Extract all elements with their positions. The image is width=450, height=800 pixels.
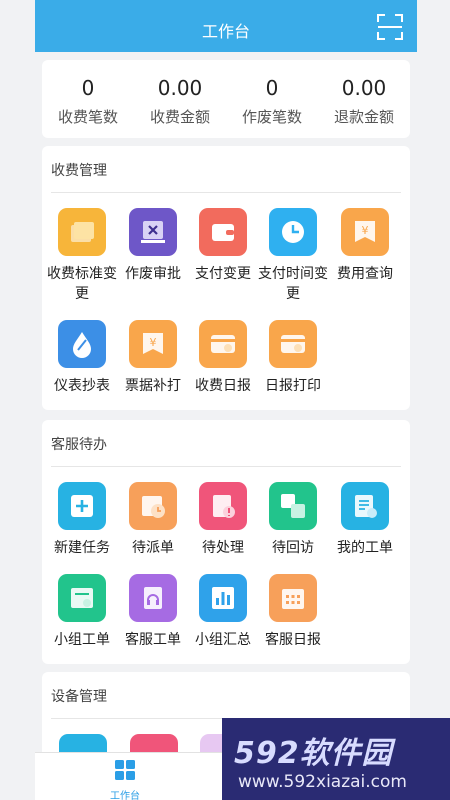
watermark-brand: 592软件园 bbox=[234, 736, 393, 771]
scan-icon[interactable] bbox=[377, 14, 403, 40]
tile-payment-time-change[interactable]: 支付时间变更 bbox=[258, 208, 328, 304]
yen-receipt-icon: ¥ bbox=[341, 208, 389, 256]
tile-pending-revisit[interactable]: 待回访 bbox=[258, 482, 328, 558]
plus-box-icon bbox=[58, 482, 106, 530]
stat-amount: 0.00 收费金额 bbox=[149, 76, 210, 126]
tile-meter-reading[interactable]: 仪表抄表 bbox=[47, 320, 117, 396]
svg-text:¥: ¥ bbox=[150, 336, 157, 349]
divider bbox=[51, 466, 401, 467]
grid-icon bbox=[115, 760, 135, 780]
calendar-icon bbox=[269, 574, 317, 622]
watermark: 592软件园 www.592xiazai.com bbox=[222, 718, 450, 800]
document-stack-icon bbox=[58, 208, 106, 256]
yen-card-icon bbox=[199, 320, 247, 368]
divider bbox=[51, 192, 401, 193]
bar-chart-icon bbox=[199, 574, 247, 622]
tile-receipt-reprint[interactable]: ¥ 票据补打 bbox=[118, 320, 188, 396]
stat-void-count: 0 作废笔数 bbox=[241, 76, 302, 126]
squares-icon bbox=[269, 482, 317, 530]
yen-card-icon bbox=[269, 320, 317, 368]
svg-text:¥: ¥ bbox=[362, 224, 369, 237]
section-title: 设备管理 bbox=[51, 689, 107, 705]
watermark-url: www.592xiazai.com bbox=[238, 772, 407, 792]
water-drop-icon bbox=[58, 320, 106, 368]
stats-panel: 0 收费笔数 0.00 收费金额 0 作废笔数 0.00 退款金额 bbox=[42, 60, 410, 138]
tile-payment-change[interactable]: 支付变更 bbox=[188, 208, 258, 284]
cancel-doc-icon bbox=[129, 208, 177, 256]
page-title: 工作台 bbox=[201, 22, 250, 41]
clock-icon bbox=[269, 208, 317, 256]
tile-daily-report-print[interactable]: 日报打印 bbox=[258, 320, 328, 396]
stat-refund-amount: 0.00 退款金额 bbox=[333, 76, 394, 126]
calendar-clock-icon bbox=[129, 482, 177, 530]
group-doc-icon bbox=[58, 574, 106, 622]
tile-service-daily-report[interactable]: 客服日报 bbox=[258, 574, 328, 650]
alert-clipboard-icon bbox=[199, 482, 247, 530]
tile-void-approval[interactable]: 作废审批 bbox=[118, 208, 188, 284]
stat-count: 0 收费笔数 bbox=[57, 76, 118, 126]
top-bar: 工作台 bbox=[35, 0, 417, 52]
tile-group-summary[interactable]: 小组汇总 bbox=[188, 574, 258, 650]
tile-fee-query[interactable]: ¥ 费用查询 bbox=[330, 208, 400, 284]
tile-group-tickets[interactable]: 小组工单 bbox=[47, 574, 117, 650]
section-title: 客服待办 bbox=[51, 437, 107, 453]
tile-service-tickets[interactable]: 客服工单 bbox=[118, 574, 188, 650]
tile-pending-dispatch[interactable]: 待派单 bbox=[118, 482, 188, 558]
section-title: 收费管理 bbox=[51, 163, 107, 179]
tile-fee-standard-change[interactable]: 收费标准变更 bbox=[47, 208, 117, 304]
service-section: 客服待办 新建任务 待派单 待处理 待回访 我的工单 小组工单 客服工单 小组汇… bbox=[42, 420, 410, 664]
tile-fee-daily-report[interactable]: 收费日报 bbox=[188, 320, 258, 396]
tab-workbench[interactable]: 工作台 bbox=[85, 759, 165, 800]
tile-pending-process[interactable]: 待处理 bbox=[188, 482, 258, 558]
user-doc-icon bbox=[341, 482, 389, 530]
yen-receipt-icon: ¥ bbox=[129, 320, 177, 368]
tile-new-task[interactable]: 新建任务 bbox=[47, 482, 117, 558]
billing-section: 收费管理 收费标准变更 作废审批 支付变更 支付时间变更 ¥ 费用查询 仪表抄表… bbox=[42, 146, 410, 410]
tile-my-tickets[interactable]: 我的工单 bbox=[330, 482, 400, 558]
headset-icon bbox=[129, 574, 177, 622]
app-screen: 工作台 0 收费笔数 0.00 收费金额 0 作废笔数 0.00 退款金额 收费… bbox=[35, 0, 417, 800]
wallet-icon bbox=[199, 208, 247, 256]
